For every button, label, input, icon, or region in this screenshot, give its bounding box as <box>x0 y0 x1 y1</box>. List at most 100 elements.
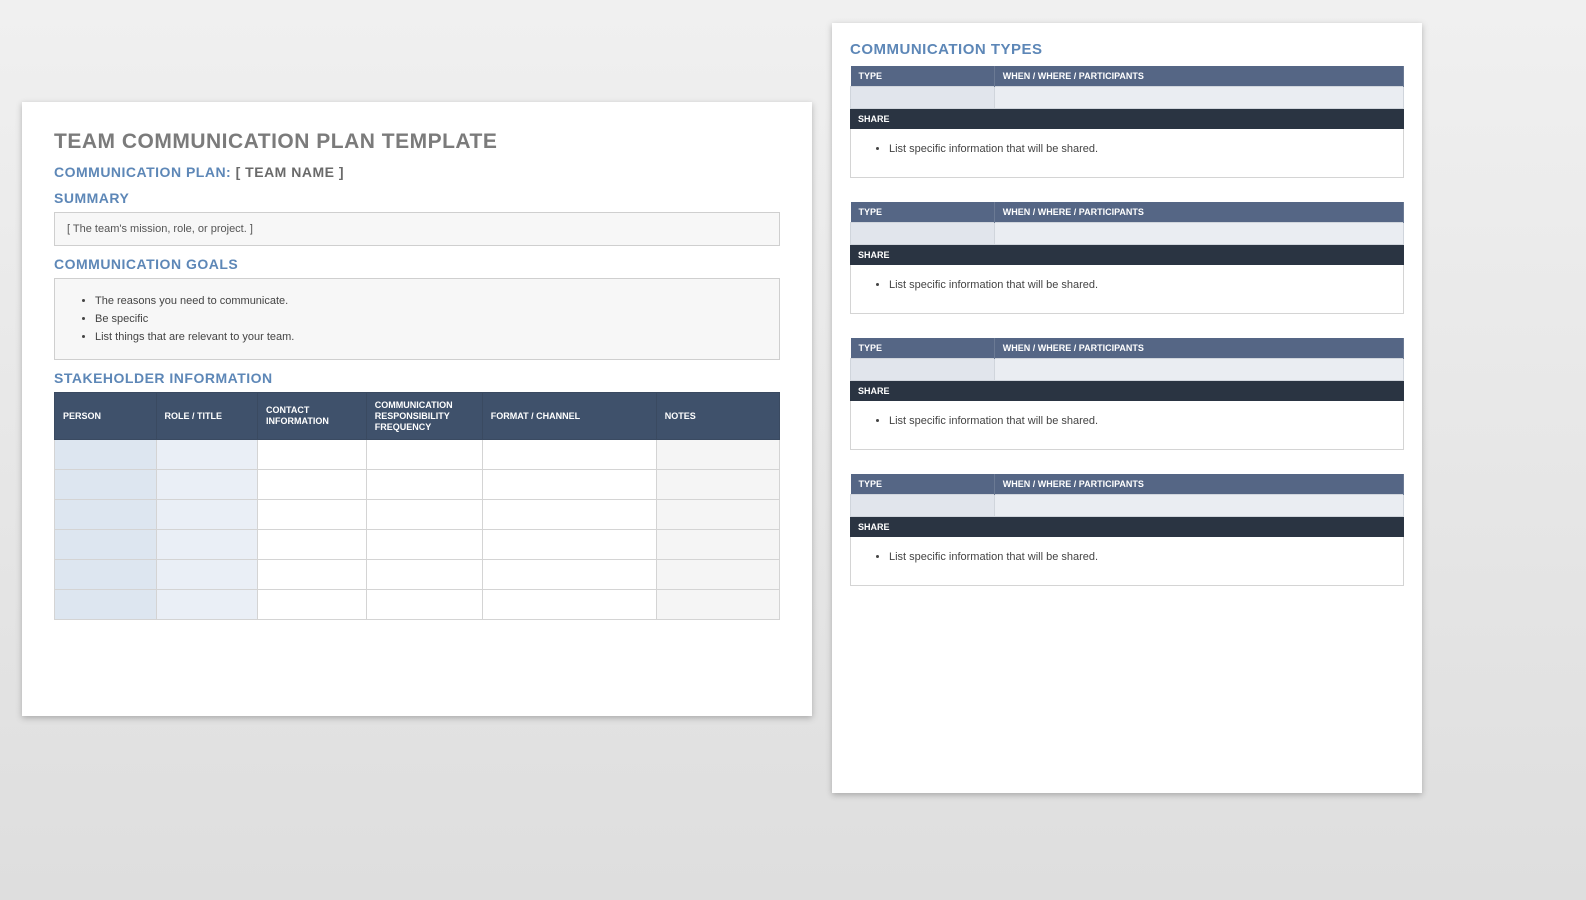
table-cell[interactable] <box>656 500 779 530</box>
table-cell[interactable] <box>55 470 157 500</box>
table-cell[interactable] <box>156 470 258 500</box>
col-person: PERSON <box>55 393 157 440</box>
when-cell[interactable] <box>994 87 1403 109</box>
type-cell[interactable] <box>851 223 995 245</box>
table-cell[interactable] <box>366 500 482 530</box>
share-body[interactable]: List specific information that will be s… <box>850 129 1404 178</box>
share-bar: SHARE <box>850 245 1404 265</box>
col-type: TYPE <box>851 202 995 223</box>
table-cell[interactable] <box>55 590 157 620</box>
type-cell[interactable] <box>851 359 995 381</box>
share-list: List specific information that will be s… <box>861 415 1393 427</box>
comm-type-block: TYPEWHEN / WHERE / PARTICIPANTSSHAREList… <box>850 474 1404 586</box>
col-when: WHEN / WHERE / PARTICIPANTS <box>994 66 1403 87</box>
when-cell[interactable] <box>994 223 1403 245</box>
share-item: List specific information that will be s… <box>889 279 1393 291</box>
table-cell[interactable] <box>482 440 656 470</box>
col-when: WHEN / WHERE / PARTICIPANTS <box>994 338 1403 359</box>
table-cell[interactable] <box>258 530 367 560</box>
summary-box[interactable]: [ The team's mission, role, or project. … <box>54 212 780 246</box>
goal-item: Be specific <box>95 313 761 325</box>
table-row <box>55 470 780 500</box>
table-cell[interactable] <box>656 560 779 590</box>
table-cell[interactable] <box>258 590 367 620</box>
table-cell[interactable] <box>482 560 656 590</box>
comm-type-table: TYPEWHEN / WHERE / PARTICIPANTS <box>850 202 1404 245</box>
table-cell[interactable] <box>656 440 779 470</box>
share-list: List specific information that will be s… <box>861 551 1393 563</box>
share-bar: SHARE <box>850 517 1404 537</box>
table-cell[interactable] <box>656 590 779 620</box>
comm-type-input-row <box>851 359 1404 381</box>
col-responsibility: COMMUNICATION RESPONSIBILITY FREQUENCY <box>366 393 482 440</box>
comm-types-heading: COMMUNICATION TYPES <box>850 41 1404 58</box>
col-notes: NOTES <box>656 393 779 440</box>
stakeholder-table: PERSON ROLE / TITLE CONTACT INFORMATION … <box>54 392 780 620</box>
goals-list: The reasons you need to communicate. Be … <box>73 295 761 343</box>
page-left: TEAM COMMUNICATION PLAN TEMPLATE COMMUNI… <box>22 102 812 716</box>
table-cell[interactable] <box>156 560 258 590</box>
table-row <box>55 560 780 590</box>
comm-blocks-container: TYPEWHEN / WHERE / PARTICIPANTSSHAREList… <box>850 66 1404 586</box>
table-cell[interactable] <box>55 440 157 470</box>
type-cell[interactable] <box>851 495 995 517</box>
share-bar: SHARE <box>850 381 1404 401</box>
table-cell[interactable] <box>366 560 482 590</box>
share-item: List specific information that will be s… <box>889 143 1393 155</box>
comm-type-table: TYPEWHEN / WHERE / PARTICIPANTS <box>850 338 1404 381</box>
col-when: WHEN / WHERE / PARTICIPANTS <box>994 202 1403 223</box>
team-name: [ TEAM NAME ] <box>236 164 344 180</box>
table-cell[interactable] <box>656 530 779 560</box>
table-cell[interactable] <box>366 530 482 560</box>
share-body[interactable]: List specific information that will be s… <box>850 265 1404 314</box>
goal-item: The reasons you need to communicate. <box>95 295 761 307</box>
col-contact: CONTACT INFORMATION <box>258 393 367 440</box>
plan-heading: COMMUNICATION PLAN: [ TEAM NAME ] <box>54 164 780 180</box>
table-cell[interactable] <box>156 590 258 620</box>
summary-text: [ The team's mission, role, or project. … <box>67 223 253 235</box>
goals-box[interactable]: The reasons you need to communicate. Be … <box>54 278 780 360</box>
table-row <box>55 530 780 560</box>
document-title: TEAM COMMUNICATION PLAN TEMPLATE <box>54 130 780 154</box>
table-row <box>55 590 780 620</box>
table-cell[interactable] <box>156 530 258 560</box>
table-cell[interactable] <box>55 560 157 590</box>
table-cell[interactable] <box>366 470 482 500</box>
type-cell[interactable] <box>851 87 995 109</box>
table-cell[interactable] <box>656 470 779 500</box>
table-cell[interactable] <box>366 590 482 620</box>
share-item: List specific information that will be s… <box>889 415 1393 427</box>
comm-type-block: TYPEWHEN / WHERE / PARTICIPANTSSHAREList… <box>850 66 1404 178</box>
table-cell[interactable] <box>258 440 367 470</box>
stakeholder-body <box>55 440 780 620</box>
share-list: List specific information that will be s… <box>861 143 1393 155</box>
comm-type-table: TYPEWHEN / WHERE / PARTICIPANTS <box>850 66 1404 109</box>
comm-type-header-row: TYPEWHEN / WHERE / PARTICIPANTS <box>851 66 1404 87</box>
comm-type-header-row: TYPEWHEN / WHERE / PARTICIPANTS <box>851 338 1404 359</box>
col-when: WHEN / WHERE / PARTICIPANTS <box>994 474 1403 495</box>
comm-type-block: TYPEWHEN / WHERE / PARTICIPANTSSHAREList… <box>850 202 1404 314</box>
table-cell[interactable] <box>482 590 656 620</box>
table-cell[interactable] <box>156 500 258 530</box>
page-right: COMMUNICATION TYPES TYPEWHEN / WHERE / P… <box>832 23 1422 793</box>
table-cell[interactable] <box>55 530 157 560</box>
goal-item: List things that are relevant to your te… <box>95 331 761 343</box>
table-cell[interactable] <box>482 530 656 560</box>
table-cell[interactable] <box>156 440 258 470</box>
share-body[interactable]: List specific information that will be s… <box>850 537 1404 586</box>
table-cell[interactable] <box>482 470 656 500</box>
table-cell[interactable] <box>258 500 367 530</box>
table-row <box>55 440 780 470</box>
stakeholder-header-row: PERSON ROLE / TITLE CONTACT INFORMATION … <box>55 393 780 440</box>
table-cell[interactable] <box>482 500 656 530</box>
when-cell[interactable] <box>994 359 1403 381</box>
table-cell[interactable] <box>366 440 482 470</box>
summary-heading: SUMMARY <box>54 190 780 206</box>
table-cell[interactable] <box>55 500 157 530</box>
table-cell[interactable] <box>258 560 367 590</box>
share-body[interactable]: List specific information that will be s… <box>850 401 1404 450</box>
col-format: FORMAT / CHANNEL <box>482 393 656 440</box>
share-list: List specific information that will be s… <box>861 279 1393 291</box>
when-cell[interactable] <box>994 495 1403 517</box>
table-cell[interactable] <box>258 470 367 500</box>
